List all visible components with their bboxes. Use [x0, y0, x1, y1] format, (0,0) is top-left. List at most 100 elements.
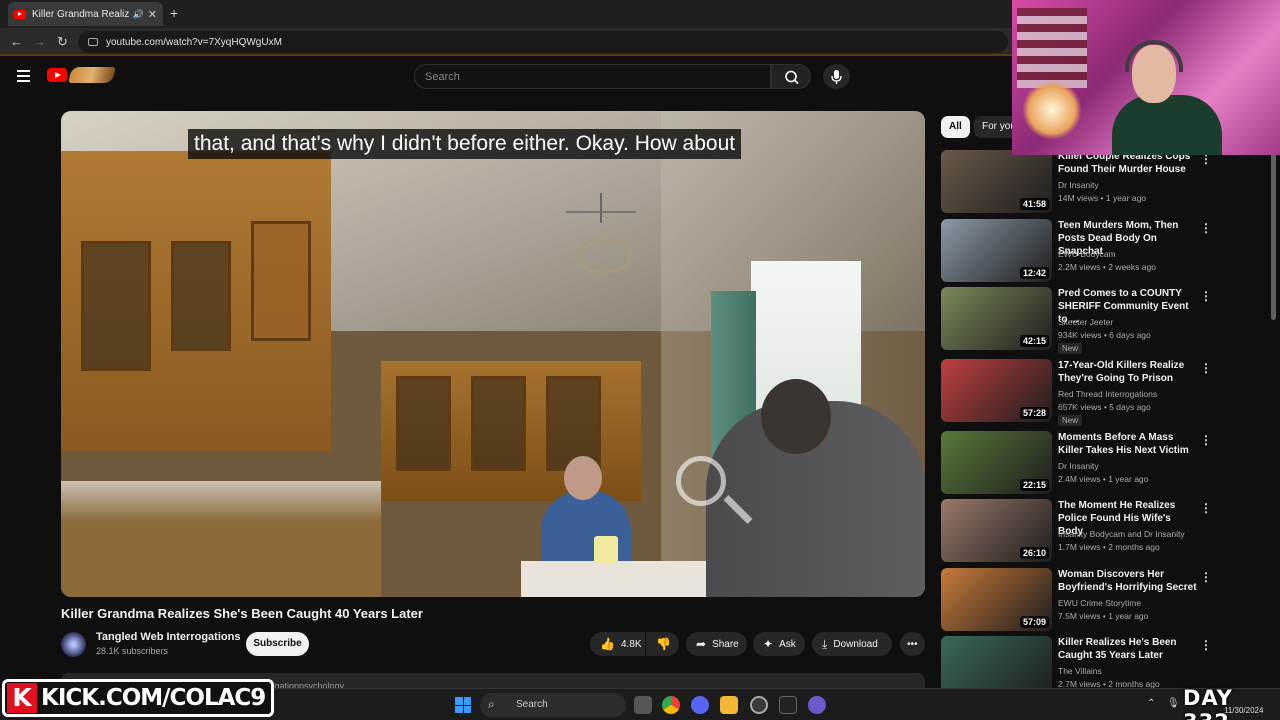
recommendation-channel[interactable]: Insanity Bodycam and Dr Insanity — [1058, 529, 1185, 539]
video-scene-officer-head — [761, 379, 831, 454]
microphone-icon — [831, 70, 842, 84]
search-button[interactable] — [771, 64, 811, 89]
recommendation-thumbnail[interactable]: 57:09 — [941, 568, 1052, 631]
ask-label: Ask — [779, 638, 796, 650]
more-vertical-icon[interactable]: ⋮ — [1200, 570, 1212, 584]
recommendation-title[interactable]: 17-Year-Old Killers Realize They're Goin… — [1058, 359, 1198, 385]
more-vertical-icon[interactable]: ⋮ — [1200, 638, 1212, 652]
more-vertical-icon[interactable]: ⋮ — [1200, 221, 1212, 235]
youtube-logo-icon[interactable] — [47, 68, 67, 82]
recommendation-meta: 7.5M views • 1 year ago — [1058, 611, 1149, 621]
recommendation-channel[interactable]: Skeeter Jeeter — [1058, 317, 1113, 327]
video-scene-counter — [61, 481, 381, 597]
recommendation-item[interactable]: 26:10 The Moment He Realizes Police Foun… — [941, 499, 1213, 565]
search-icon — [785, 70, 799, 85]
recommendation-channel[interactable]: Dr Insanity — [1058, 180, 1099, 190]
hamburger-menu-icon[interactable] — [17, 70, 30, 85]
more-vertical-icon[interactable]: ⋮ — [1200, 361, 1212, 375]
recommendation-thumbnail[interactable]: 41:58 — [941, 150, 1052, 213]
microphone-tray-icon[interactable]: 🎙 — [1167, 698, 1180, 709]
recommendation-title[interactable]: Woman Discovers Her Boyfriend's Horrifyi… — [1058, 568, 1198, 594]
new-tab-icon[interactable]: + — [170, 5, 178, 21]
recommendation-item[interactable]: 22:15 Moments Before A Mass Killer Takes… — [941, 431, 1213, 497]
recommendation-channel[interactable]: EWU Crime Storytime — [1058, 598, 1141, 608]
recommendation-item[interactable]: 42:15 Pred Comes to a COUNTY SHERIFF Com… — [941, 287, 1213, 354]
tab-title: Killer Grandma Realizes She — [32, 8, 129, 20]
recommendation-meta: 14M views • 1 year ago — [1058, 193, 1147, 203]
youtube-favicon-icon — [14, 9, 26, 19]
kick-banner: K KICK.COM/COLAC9 — [2, 679, 275, 717]
recommendation-channel[interactable]: Dr Insanity — [1058, 461, 1099, 471]
obs-icon[interactable] — [750, 696, 768, 714]
download-label: Download — [833, 638, 878, 650]
recommendation-channel[interactable]: EWU Bodycam — [1058, 249, 1116, 259]
scrollbar[interactable] — [1271, 150, 1276, 320]
recommendation-item[interactable]: 57:28 17-Year-Old Killers Realize They'r… — [941, 359, 1213, 426]
youtube-doodle[interactable] — [68, 67, 116, 83]
tray-chevron-icon[interactable]: ⌃ — [1147, 698, 1155, 709]
share-button[interactable]: ➦ Share — [686, 632, 747, 656]
more-vertical-icon[interactable]: ⋮ — [1200, 289, 1212, 303]
more-actions-button[interactable]: ••• — [900, 632, 925, 656]
file-explorer-icon[interactable] — [720, 696, 738, 714]
dislike-button[interactable]: 👎 — [646, 632, 679, 656]
webcam-streamer — [1112, 95, 1222, 155]
task-view-icon[interactable] — [634, 696, 652, 714]
video-player[interactable]: that, and that's why I didn't before eit… — [61, 111, 925, 597]
duration-badge: 42:15 — [1019, 335, 1049, 347]
recommendation-thumbnail[interactable]: 57:28 — [941, 359, 1052, 422]
video-scene-cabinets-center — [381, 361, 641, 501]
ask-button[interactable]: ✦ Ask — [753, 632, 805, 656]
channel-avatar[interactable] — [61, 632, 86, 657]
duration-badge: 22:15 — [1019, 479, 1049, 491]
download-button[interactable]: ⤓ Download — [812, 632, 892, 656]
back-icon[interactable]: ← — [10, 34, 23, 49]
kick-url: KICK.COM/COLAC9 — [41, 685, 266, 711]
search-input[interactable]: Search — [414, 64, 771, 89]
recommendation-item[interactable]: 12:42 Teen Murders Mom, Then Posts Dead … — [941, 219, 1213, 285]
site-info-icon[interactable] — [88, 38, 98, 46]
voice-search-button[interactable] — [823, 64, 850, 89]
recommendation-thumbnail[interactable]: 12:42 — [941, 219, 1052, 282]
magnifier-watermark-icon — [676, 456, 726, 506]
recommendation-title[interactable]: Killer Realizes He's Been Caught 35 Year… — [1058, 636, 1198, 662]
chrome-icon[interactable] — [662, 696, 680, 714]
video-scene-cabinets — [61, 151, 331, 451]
discord-icon[interactable] — [691, 696, 709, 714]
channel-name[interactable]: Tangled Web Interrogations — [96, 631, 240, 643]
filter-chip-all[interactable]: All — [941, 116, 970, 138]
screen: Killer Grandma Realizes She 🔊 ✕ + ← → ↻ … — [0, 0, 1280, 720]
recommendation-thumbnail[interactable]: 22:15 — [941, 431, 1052, 494]
more-horizontal-icon: ••• — [907, 638, 918, 650]
recommendation-thumbnail[interactable]: 26:10 — [941, 499, 1052, 562]
app-icon-2[interactable] — [808, 696, 826, 714]
share-label: Share — [712, 638, 739, 650]
recommendation-title[interactable]: Moments Before A Mass Killer Takes His N… — [1058, 431, 1198, 457]
taskbar-search-label: Search — [516, 699, 548, 710]
close-tab-icon[interactable]: ✕ — [148, 8, 157, 21]
recommendation-meta: 934K views • 6 days ago — [1058, 330, 1151, 340]
kick-logo-icon: K — [7, 683, 37, 713]
browser-tab[interactable]: Killer Grandma Realizes She 🔊 ✕ — [8, 2, 163, 26]
url-field[interactable]: youtube.com/watch?v=7XyqHQWgUxM — [78, 31, 1008, 53]
recommendation-meta: 2.4M views • 1 year ago — [1058, 474, 1149, 484]
more-vertical-icon[interactable]: ⋮ — [1200, 433, 1212, 447]
subscribe-button[interactable]: Subscribe — [246, 632, 309, 656]
speaker-icon[interactable]: 🔊 — [133, 9, 144, 20]
recommendation-channel[interactable]: The Villains — [1058, 666, 1102, 676]
headset-icon — [1125, 40, 1183, 72]
recommendation-item[interactable]: 41:58 Killer Couple Realizes Cops Found … — [941, 150, 1213, 216]
url-text: youtube.com/watch?v=7XyqHQWgUxM — [106, 36, 282, 48]
recommendation-item[interactable]: 57:09 Woman Discovers Her Boyfriend's Ho… — [941, 568, 1213, 634]
recommendation-meta: 657K views • 5 days ago — [1058, 402, 1151, 412]
new-badge: New — [1058, 343, 1083, 354]
recommendation-thumbnail[interactable]: 42:15 — [941, 287, 1052, 350]
app-icon[interactable] — [779, 696, 797, 714]
reload-icon[interactable]: ↻ — [57, 34, 68, 50]
taskbar-search[interactable]: ⌕ Search — [480, 693, 626, 717]
windows-start-icon[interactable] — [455, 697, 471, 713]
like-button[interactable]: 👍 4.8K — [590, 632, 645, 656]
more-vertical-icon[interactable]: ⋮ — [1200, 501, 1212, 515]
recommendation-channel[interactable]: Red Thread Interrogations — [1058, 389, 1157, 399]
forward-icon[interactable]: → — [33, 34, 46, 49]
